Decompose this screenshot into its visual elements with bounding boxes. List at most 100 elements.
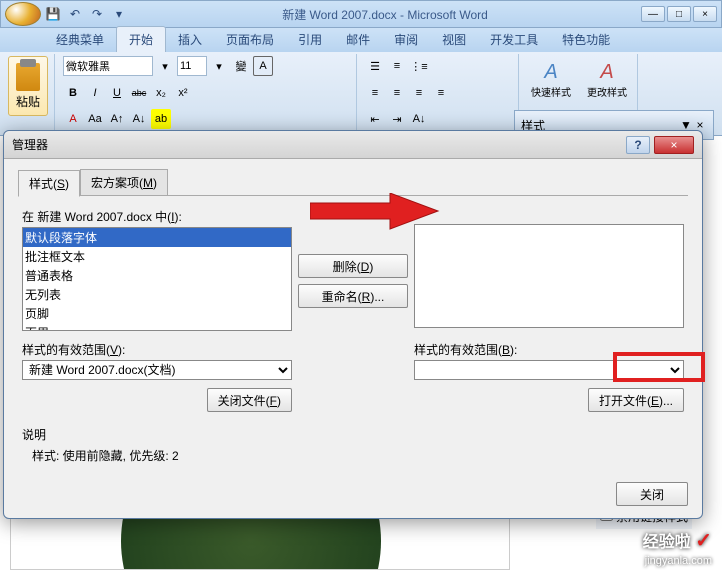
font-name-select[interactable]: [63, 56, 153, 76]
change-styles-button[interactable]: A 更改样式: [583, 56, 631, 104]
tab-macros[interactable]: 宏方案项(M): [80, 169, 168, 195]
delete-button[interactable]: 删除(D): [298, 254, 408, 278]
tab-styles[interactable]: 样式(S): [18, 170, 80, 197]
tab-references[interactable]: 引用: [286, 27, 334, 52]
font-color-button[interactable]: A: [63, 109, 83, 129]
change-styles-label: 更改样式: [587, 84, 627, 99]
description-label: 说明: [22, 426, 684, 443]
dialog-help-button[interactable]: ?: [626, 136, 650, 154]
list-item[interactable]: 普通表格: [23, 266, 291, 285]
dialog-title: 管理器: [12, 136, 626, 153]
tab-developer[interactable]: 开发工具: [478, 27, 550, 52]
tab-page-layout[interactable]: 页面布局: [214, 27, 286, 52]
font-size-dd-icon[interactable]: ▾: [209, 56, 229, 76]
dialog-titlebar[interactable]: 管理器 ? ×: [4, 131, 702, 159]
quick-styles-button[interactable]: A 快速样式: [527, 56, 575, 104]
char-border-icon[interactable]: A: [253, 56, 273, 76]
window-controls: — □ ×: [641, 6, 717, 22]
scope-select-right[interactable]: [414, 360, 684, 380]
dialog-tabs: 样式(S) 宏方案项(M): [18, 169, 688, 196]
sort-button[interactable]: A↓: [409, 109, 429, 129]
strikethrough-button[interactable]: abc: [129, 83, 149, 103]
multilevel-list-button[interactable]: ⋮≡: [409, 56, 429, 76]
close-dialog-button[interactable]: 关闭: [616, 482, 688, 506]
superscript-button[interactable]: x²: [173, 83, 193, 103]
list-item[interactable]: 页眉: [23, 323, 291, 331]
qat-dropdown-icon[interactable]: ▾: [109, 5, 129, 23]
list-item[interactable]: 批注框文本: [23, 247, 291, 266]
watermark-url: jingyanla.com: [645, 555, 712, 567]
minimize-button[interactable]: —: [641, 6, 665, 22]
checkmark-icon: ✓: [695, 530, 712, 552]
increase-indent-button[interactable]: ⇥: [387, 109, 407, 129]
tab-classic-menu[interactable]: 经典菜单: [44, 27, 116, 52]
grow-font-button[interactable]: A↑: [107, 109, 127, 129]
open-file-right-button[interactable]: 打开文件(E)...: [588, 388, 684, 412]
list-item[interactable]: 无列表: [23, 285, 291, 304]
shrink-font-button[interactable]: A↓: [129, 109, 149, 129]
right-scope: 样式的有效范围(B): 打开文件(E)...: [414, 341, 684, 412]
tab-mailings[interactable]: 邮件: [334, 27, 382, 52]
manager-content: 在 新建 Word 2007.docx 中(I): 默认段落字体 批注框文本 普…: [18, 196, 688, 468]
decrease-indent-button[interactable]: ⇤: [365, 109, 385, 129]
window-title: 新建 Word 2007.docx - Microsoft Word: [129, 6, 641, 23]
scope-select-left[interactable]: 新建 Word 2007.docx(文档): [22, 360, 292, 380]
tab-special[interactable]: 特色功能: [550, 27, 622, 52]
dialog-footer: 关闭: [4, 482, 702, 518]
paste-button[interactable]: 粘贴: [8, 56, 48, 116]
bold-button[interactable]: B: [63, 83, 83, 103]
paragraph-group: ☰ ≡ ⋮≡ ≡ ≡ ≡ ≡ ⇤ ⇥ A↓: [359, 54, 519, 133]
justify-button[interactable]: ≡: [431, 83, 451, 103]
clipboard-group: 粘贴: [2, 54, 55, 133]
clipboard-icon: [16, 63, 40, 91]
scope-label-right: 样式的有效范围(B):: [414, 341, 684, 358]
left-scope: 样式的有效范围(V): 新建 Word 2007.docx(文档) 关闭文件(F…: [22, 341, 292, 412]
align-right-button[interactable]: ≡: [409, 83, 429, 103]
tab-insert[interactable]: 插入: [166, 27, 214, 52]
change-case-button[interactable]: Aa: [85, 109, 105, 129]
bullets-button[interactable]: ☰: [365, 56, 385, 76]
redo-icon[interactable]: ↷: [87, 5, 107, 23]
watermark: 经验啦 ✓: [643, 528, 712, 553]
close-file-left-button[interactable]: 关闭文件(F): [207, 388, 292, 412]
right-column: [414, 208, 684, 328]
maximize-button[interactable]: □: [667, 6, 691, 22]
font-size-select[interactable]: [177, 56, 207, 76]
subscript-button[interactable]: x₂: [151, 83, 171, 103]
annotation-arrow-icon: [310, 193, 440, 233]
manager-dialog: 管理器 ? × 样式(S) 宏方案项(M) 在 新建 Word 2007.doc…: [3, 130, 703, 519]
close-window-button[interactable]: ×: [693, 6, 717, 22]
italic-button[interactable]: I: [85, 83, 105, 103]
align-left-button[interactable]: ≡: [365, 83, 385, 103]
office-button[interactable]: [5, 2, 41, 26]
word-title-bar: 💾 ↶ ↷ ▾ 新建 Word 2007.docx - Microsoft Wo…: [0, 0, 722, 28]
right-in-label: [414, 208, 684, 222]
left-listbox[interactable]: 默认段落字体 批注框文本 普通表格 无列表 页脚 页眉 正文: [22, 227, 292, 331]
in-label: 在 新建 Word 2007.docx 中(I):: [22, 208, 292, 225]
tab-review[interactable]: 审阅: [382, 27, 430, 52]
quick-styles-label: 快速样式: [531, 84, 571, 99]
tab-home[interactable]: 开始: [116, 26, 166, 52]
left-column: 在 新建 Word 2007.docx 中(I): 默认段落字体 批注框文本 普…: [22, 208, 292, 331]
ribbon-tabs: 经典菜单 开始 插入 页面布局 引用 邮件 审阅 视图 开发工具 特色功能: [0, 28, 722, 52]
highlight-button[interactable]: ab: [151, 109, 171, 129]
right-listbox[interactable]: [414, 224, 684, 328]
phonetic-guide-icon[interactable]: 變: [231, 56, 251, 76]
underline-button[interactable]: U: [107, 83, 127, 103]
tab-view[interactable]: 视图: [430, 27, 478, 52]
scope-label-left: 样式的有效范围(V):: [22, 341, 292, 358]
undo-icon[interactable]: ↶: [65, 5, 85, 23]
dialog-close-button[interactable]: ×: [654, 136, 694, 154]
paste-label: 粘贴: [16, 93, 40, 110]
list-item[interactable]: 页脚: [23, 304, 291, 323]
description-text: 样式: 使用前隐藏, 优先级: 2: [22, 443, 684, 464]
quick-access-toolbar: 💾 ↶ ↷ ▾: [43, 5, 129, 23]
font-group: ▾ ▾ 變 A B I U abc x₂ x² A Aa A↑ A↓ ab: [57, 54, 357, 133]
list-item[interactable]: 默认段落字体: [23, 228, 291, 247]
save-icon[interactable]: 💾: [43, 5, 63, 23]
description-section: 说明 样式: 使用前隐藏, 优先级: 2: [22, 426, 684, 464]
align-center-button[interactable]: ≡: [387, 83, 407, 103]
numbering-button[interactable]: ≡: [387, 56, 407, 76]
rename-button[interactable]: 重命名(R)...: [298, 284, 408, 308]
font-name-dd-icon[interactable]: ▾: [155, 56, 175, 76]
